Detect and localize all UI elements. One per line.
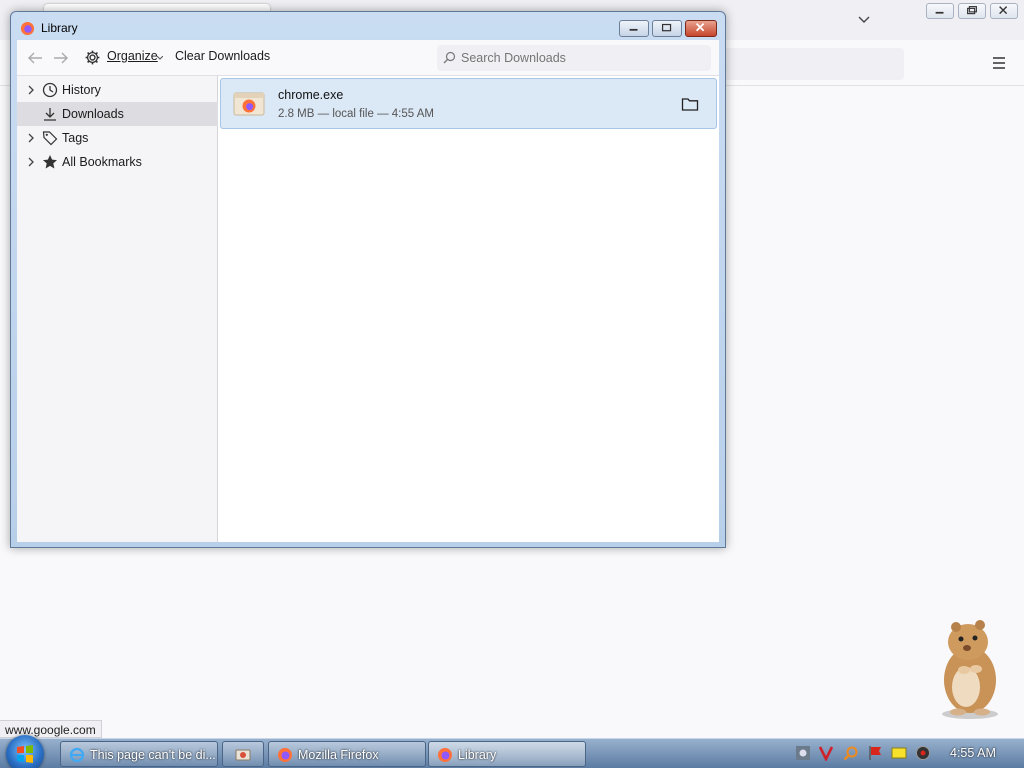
- taskbar-item-ie[interactable]: This page can’t be di...: [60, 741, 218, 767]
- library-title: Library: [41, 21, 78, 35]
- firefox-logo-icon: [20, 21, 35, 36]
- list-tabs-chevron-icon[interactable]: [856, 12, 872, 28]
- tag-icon: [42, 131, 58, 146]
- taskbar-item-label: Library: [458, 748, 497, 762]
- forward-arrow-icon[interactable]: [52, 50, 70, 66]
- back-arrow-icon[interactable]: [26, 50, 44, 66]
- firefox-close-button[interactable]: [990, 3, 1018, 19]
- expand-chevron-icon[interactable]: [27, 85, 35, 95]
- clear-downloads-button[interactable]: Clear Downloads: [175, 49, 270, 63]
- sidebar-item-history[interactable]: History: [17, 78, 218, 102]
- download-details: 2.8 MB — local file — 4:55 AM: [278, 108, 434, 120]
- organize-dropdown-icon: [157, 56, 163, 60]
- sidebar-item-label: Tags: [62, 131, 89, 145]
- search-input[interactable]: [459, 49, 704, 67]
- download-icon: [44, 108, 56, 121]
- sidebar-item-label: Downloads: [62, 107, 124, 121]
- library-toolbar: Organize Clear Downloads: [17, 40, 719, 76]
- expand-chevron-icon[interactable]: [27, 157, 35, 167]
- tray-settings-icon[interactable]: [795, 745, 811, 761]
- library-maximize-button[interactable]: [652, 20, 682, 37]
- file-icon: [233, 92, 265, 116]
- taskbar-item-label: Mozilla Firefox: [298, 748, 379, 762]
- ie-icon: [69, 747, 85, 763]
- library-close-button[interactable]: [685, 20, 717, 37]
- gear-icon[interactable]: [84, 49, 101, 66]
- expand-chevron-icon[interactable]: [27, 133, 35, 143]
- organize-button[interactable]: Organize: [107, 49, 158, 63]
- library-body: Organize Clear Downloads History Downloa…: [17, 40, 719, 542]
- taskbar-item-firefox[interactable]: Mozilla Firefox: [268, 741, 426, 767]
- firefox-icon: [438, 748, 452, 762]
- firefox-restore-button[interactable]: [958, 3, 986, 19]
- download-filename: chrome.exe: [278, 88, 344, 102]
- firefox-icon: [278, 748, 292, 762]
- tray-v-icon[interactable]: [818, 745, 834, 761]
- library-window: Library Organize Clear Downloads Search …: [10, 11, 726, 548]
- search-icon: [443, 51, 456, 64]
- download-item[interactable]: chrome.exe 2.8 MB — local file — 4:55 AM: [220, 78, 717, 129]
- hamburger-menu-icon[interactable]: [990, 54, 1008, 72]
- tray-message-icon[interactable]: [891, 745, 907, 761]
- sidebar-item-label: History: [62, 83, 101, 97]
- search-downloads[interactable]: [437, 45, 711, 71]
- tray-volume-icon[interactable]: [915, 745, 931, 761]
- tray-search-icon[interactable]: [843, 745, 859, 761]
- library-minimize-button[interactable]: [619, 20, 649, 37]
- sidebar-item-tags[interactable]: Tags: [17, 126, 218, 150]
- downloads-list: chrome.exe 2.8 MB — local file — 4:55 AM: [218, 76, 719, 542]
- windows-logo-icon: [17, 745, 33, 763]
- taskbar-item-label: This page can’t be di...: [90, 748, 216, 762]
- folder-icon[interactable]: [681, 96, 699, 112]
- sidebar-item-all-bookmarks[interactable]: All Bookmarks: [17, 150, 218, 174]
- tray-flag-icon[interactable]: [867, 745, 883, 761]
- star-icon: [43, 155, 57, 169]
- library-sidebar: History Downloads Tags All Bookmarks: [17, 76, 218, 542]
- clock-icon: [42, 82, 58, 98]
- app-icon: [235, 749, 251, 761]
- url-bar[interactable]: [700, 48, 904, 80]
- sidebar-item-downloads[interactable]: Downloads: [17, 102, 218, 126]
- taskbar-clock: 4:55 AM: [950, 746, 996, 760]
- start-button[interactable]: [6, 735, 44, 768]
- taskbar-item-app[interactable]: [222, 741, 264, 767]
- taskbar-item-library[interactable]: Library: [428, 741, 586, 767]
- firefox-minimize-button[interactable]: [926, 3, 954, 19]
- hamster-mascot-icon: [942, 620, 998, 719]
- sidebar-item-label: All Bookmarks: [62, 155, 142, 169]
